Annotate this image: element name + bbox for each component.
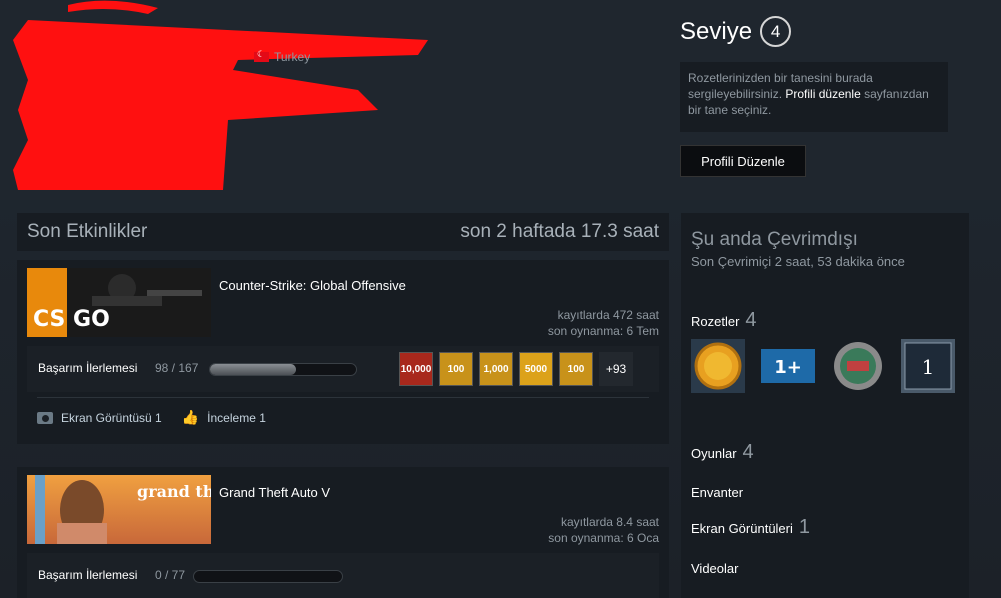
featured-badge-hint: Rozetlerinizden bir tanesini burada serg… — [680, 62, 948, 132]
screenshots-link[interactable]: Ekran Görüntüleri 1 — [691, 516, 810, 539]
thumbs-up-icon: 👍 — [181, 409, 200, 425]
game-info: grand theft auto Grand Theft Auto V kayı… — [27, 475, 659, 545]
reviews-label: İnceleme 1 — [207, 410, 266, 425]
game-stats: kayıtlarda 8.4 saat son oynanma: 6 Oca — [548, 514, 659, 546]
badge-years-icon[interactable]: 1+ — [761, 339, 815, 393]
recent-activity-title[interactable]: Son Etkinlikler — [27, 221, 147, 243]
screenshots-count: 1 — [798, 516, 811, 538]
last-online: Son Çevrimiçi 2 saat, 53 dakika önce — [691, 254, 905, 269]
reviews-link[interactable]: 👍 İnceleme 1 — [182, 409, 266, 426]
achievement-icon[interactable]: 1,000 — [479, 352, 513, 386]
badge-community-icon[interactable] — [831, 339, 885, 393]
divider — [37, 397, 649, 398]
level-label: Seviye — [680, 17, 753, 45]
badge-level-icon[interactable]: 1 — [901, 339, 955, 393]
last-played: son oynanma: 6 Tem — [547, 324, 659, 338]
achievement-icon[interactable]: 100 — [559, 352, 593, 386]
badge-years-text: 1+ — [774, 357, 802, 378]
achievement-progress-row: Başarım İlerlemesi 98 / 167 10,000 100 1… — [27, 346, 659, 392]
badges-label: Rozetler — [691, 314, 740, 329]
screenshots-label: Ekran Görüntüsü 1 — [61, 410, 162, 425]
edit-profile-link[interactable]: Profili düzenle — [785, 87, 860, 101]
turkey-flag-icon — [254, 49, 269, 62]
recent-hours: son 2 haftada 17.3 saat — [460, 221, 659, 242]
achievement-label[interactable]: Başarım İlerlemesi — [38, 568, 137, 582]
achievement-icon[interactable]: 10,000 — [399, 352, 433, 386]
country-location: Turkey — [254, 49, 311, 64]
badges-count: 4 — [745, 309, 757, 331]
badge-level-text: 1 — [922, 355, 935, 379]
level-badge[interactable]: 4 — [760, 16, 792, 47]
achievement-progress-bar — [209, 363, 357, 376]
badge-coin-icon[interactable] — [691, 339, 745, 393]
game-card: grand theft auto Grand Theft Auto V kayı… — [17, 467, 669, 598]
game-name[interactable]: Counter-Strike: Global Offensive — [219, 278, 406, 293]
achievement-icon[interactable]: 5000 — [519, 352, 553, 386]
game-capsule-image[interactable]: CS GO — [27, 268, 211, 337]
profile-page: Turkey Seviye 4 Rozetlerinizden bir tane… — [0, 0, 1001, 598]
profile-sidebar: Şu anda Çevrimdışı Son Çevrimiçi 2 saat,… — [681, 213, 969, 598]
achievement-icon[interactable]: 100 — [439, 352, 473, 386]
edit-profile-button[interactable]: Profili Düzenle — [680, 145, 806, 177]
profile-header: Turkey Seviye 4 Rozetlerinizden bir tane… — [0, 0, 1001, 200]
achievement-count: 98 / 167 — [155, 361, 199, 375]
games-label: Oyunlar — [691, 446, 737, 461]
game-info: CS GO Counter-Strike: Global Offensive k… — [27, 268, 659, 338]
games-link[interactable]: Oyunlar 4 — [691, 441, 754, 464]
achievement-progress-bar — [193, 570, 343, 583]
game-stats: kayıtlarda 472 saat son oynanma: 6 Tem — [548, 307, 659, 339]
level-heading: Seviye 4 — [680, 16, 792, 47]
online-status: Şu anda Çevrimdışı — [691, 229, 858, 250]
achievement-progress-fill — [210, 364, 296, 375]
country-label: Turkey — [274, 50, 311, 64]
capsule-logo-text: CS GO — [33, 307, 110, 332]
redaction-scribble — [13, 0, 428, 190]
hours-on-record: kayıtlarda 8.4 saat — [560, 515, 659, 529]
game-extras: Ekran Görüntüsü 1 👍 İnceleme 1 — [37, 409, 266, 426]
achievement-progress-row: Başarım İlerlemesi 0 / 77 — [27, 553, 659, 598]
screenshots-label: Ekran Görüntüleri — [691, 521, 793, 536]
achievement-icons: 10,000 100 1,000 5000 100 +93 — [399, 352, 633, 386]
videos-label: Videolar — [691, 561, 739, 576]
inventory-label: Envanter — [691, 485, 744, 500]
game-capsule-image[interactable]: grand theft auto — [27, 475, 211, 544]
camera-icon — [37, 411, 53, 424]
achievement-label[interactable]: Başarım İlerlemesi — [38, 361, 137, 375]
badges-link[interactable]: Rozetler 4 — [691, 309, 757, 332]
recent-activity-header: Son Etkinlikler son 2 haftada 17.3 saat — [17, 213, 669, 251]
hours-on-record: kayıtlarda 472 saat — [557, 308, 659, 322]
game-name[interactable]: Grand Theft Auto V — [219, 485, 330, 500]
achievement-count: 0 / 77 — [155, 568, 186, 582]
more-achievements[interactable]: +93 — [599, 352, 633, 386]
capsule-logo-text: grand theft auto — [137, 482, 211, 501]
videos-link[interactable]: Videolar — [691, 561, 738, 576]
recent-activity: Son Etkinlikler son 2 haftada 17.3 saat … — [17, 213, 669, 598]
last-played: son oynanma: 6 Oca — [548, 531, 659, 545]
inventory-link[interactable]: Envanter — [691, 485, 743, 500]
screenshots-link[interactable]: Ekran Görüntüsü 1 — [37, 411, 162, 425]
badge-list: 1+ 1 — [691, 339, 955, 393]
game-card: CS GO Counter-Strike: Global Offensive k… — [17, 260, 669, 444]
games-count: 4 — [742, 441, 754, 463]
